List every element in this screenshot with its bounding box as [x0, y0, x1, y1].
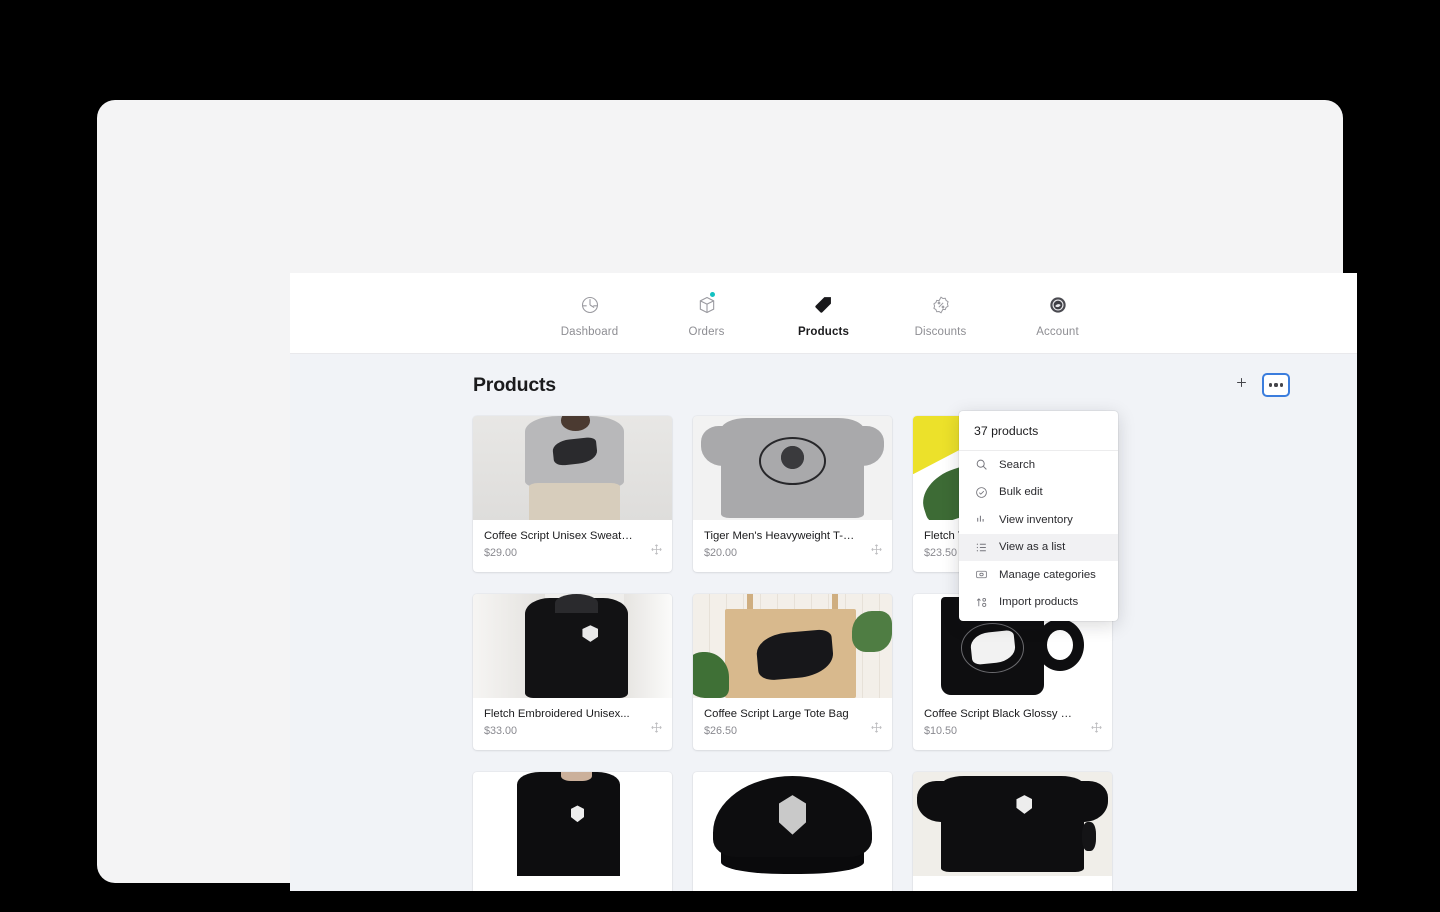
menu-item-label: Manage categories [999, 568, 1096, 581]
product-card-body: Coffee Script Large Tote Bag $26.50 [693, 698, 892, 750]
nav-label: Discounts [914, 325, 967, 338]
nav-item-products[interactable]: Products [785, 293, 863, 338]
account-seal-icon [1048, 293, 1068, 317]
nav-item-orders[interactable]: Orders [668, 291, 746, 338]
orders-notification-dot [709, 291, 715, 297]
menu-item-manage-categories[interactable]: Manage categories [959, 561, 1118, 589]
move-handle-icon[interactable] [870, 721, 883, 734]
page-header: Products [290, 354, 1357, 416]
product-card[interactable] [693, 772, 892, 891]
product-price: $26.50 [704, 725, 738, 738]
product-card-body [693, 876, 892, 891]
menu-item-label: Search [999, 458, 1036, 471]
header-actions [1228, 374, 1333, 396]
more-options-button[interactable] [1263, 374, 1289, 396]
move-handle-icon[interactable] [1090, 721, 1103, 734]
product-name: Coffee Script Unisex Sweatshirt [484, 530, 643, 542]
product-card-body [913, 876, 1112, 891]
plus-icon [1234, 375, 1249, 395]
primary-navigation: Dashboard Orders Products Discounts Acco… [290, 273, 1357, 354]
move-handle-icon[interactable] [870, 543, 883, 556]
product-thumbnail [913, 772, 1112, 877]
menu-item-view-inventory[interactable]: View inventory [959, 506, 1118, 534]
product-card-body: Coffee Script Black Glossy Mug $10.50 [913, 698, 1112, 750]
nav-item-account[interactable]: Account [1019, 293, 1097, 338]
product-name: Coffee Script Large Tote Bag [704, 708, 849, 721]
box-icon [697, 291, 717, 317]
nav-label: Account [1036, 325, 1079, 338]
page-title: Products [473, 373, 556, 396]
menu-header-count: 37 products [959, 411, 1118, 451]
product-price: $33.00 [484, 725, 518, 738]
product-card-body: Fletch Embroidered Unisex... $33.00 [473, 698, 672, 750]
check-circle-icon [974, 485, 988, 499]
nav-items: Dashboard Orders Products Discounts Acco… [551, 291, 1097, 338]
products-page: Products Coffee Script Unisex Sweatshirt… [290, 354, 1357, 891]
product-card[interactable]: Fletch Embroidered Unisex... $33.00 [473, 594, 672, 751]
nav-label: Products [797, 325, 850, 338]
search-icon [974, 458, 988, 472]
dashboard-gauge-icon [580, 293, 600, 317]
tag-icon [813, 293, 834, 317]
product-card-body [473, 876, 672, 891]
import-arrows-icon [974, 595, 988, 609]
product-thumbnail [693, 416, 892, 520]
product-card[interactable]: Tiger Men's Heavyweight T-Shirt $20.00 [693, 416, 892, 573]
menu-item-search[interactable]: Search [959, 451, 1118, 479]
products-options-menu: 37 products Search Bulk edit View invent… [959, 411, 1118, 621]
menu-item-import-products[interactable]: Import products [959, 589, 1118, 617]
screenshot-stage: Dashboard Orders Products Discounts Acco… [0, 0, 1440, 912]
product-name: Tiger Men's Heavyweight T-Shirt [704, 530, 867, 542]
app-viewport: Dashboard Orders Products Discounts Acco… [290, 273, 1357, 891]
menu-item-label: Import products [999, 596, 1079, 609]
add-product-button[interactable] [1228, 374, 1254, 396]
menu-item-view-as-list[interactable]: View as a list [959, 533, 1118, 561]
product-grid: Coffee Script Unisex Sweatshirt $29.00 T… [290, 416, 1357, 891]
product-price: $20.00 [704, 547, 738, 560]
list-icon [974, 540, 988, 554]
product-name: Coffee Script Black Glossy Mug [924, 708, 1083, 721]
product-card[interactable] [913, 772, 1112, 891]
device-frame: Dashboard Orders Products Discounts Acco… [97, 100, 1357, 891]
nav-item-discounts[interactable]: Discounts [902, 293, 980, 338]
ellipsis-icon [1269, 383, 1283, 387]
product-card[interactable]: Coffee Script Large Tote Bag $26.50 [693, 594, 892, 751]
categories-icon [974, 568, 988, 582]
product-card-body: Tiger Men's Heavyweight T-Shirt $20.00 [693, 520, 892, 572]
nav-label: Dashboard [560, 325, 619, 338]
bar-chart-icon [974, 513, 988, 527]
menu-item-bulk-edit[interactable]: Bulk edit [959, 479, 1118, 507]
product-thumbnail [473, 772, 672, 877]
product-thumbnail [693, 772, 892, 877]
product-price: $29.00 [484, 547, 518, 560]
product-card[interactable]: Coffee Script Unisex Sweatshirt $29.00 [473, 416, 672, 573]
nav-item-dashboard[interactable]: Dashboard [551, 293, 629, 338]
product-thumbnail [473, 594, 672, 699]
menu-item-label: View inventory [999, 513, 1073, 526]
move-handle-icon[interactable] [650, 721, 663, 734]
move-handle-icon[interactable] [650, 543, 663, 556]
product-name: Fletch Embroidered Unisex... [484, 708, 630, 721]
product-thumbnail [693, 594, 892, 699]
product-card[interactable] [473, 772, 672, 891]
menu-item-label: Bulk edit [999, 486, 1043, 499]
menu-item-label: View as a list [999, 541, 1066, 554]
product-price: $10.50 [924, 725, 958, 738]
percent-badge-icon [931, 293, 951, 317]
product-thumbnail [473, 416, 672, 520]
product-card-body: Coffee Script Unisex Sweatshirt $29.00 [473, 520, 672, 572]
nav-label: Orders [688, 325, 725, 338]
